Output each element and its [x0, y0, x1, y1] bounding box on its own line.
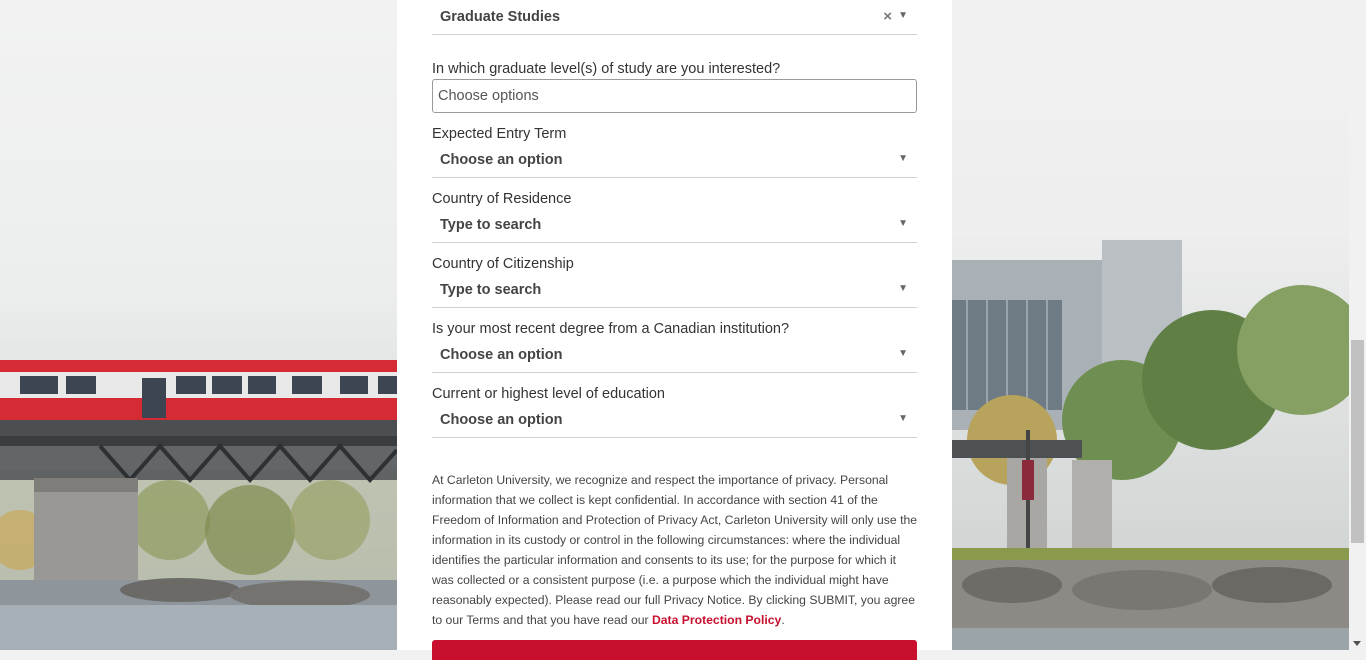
residence-select[interactable]: Type to search ▼: [432, 209, 917, 243]
chevron-down-icon[interactable]: ▼: [898, 218, 908, 229]
scroll-down-arrow-icon[interactable]: [1353, 641, 1361, 646]
chevron-down-icon[interactable]: ▼: [898, 10, 908, 21]
inquiry-form: Graduate Studies × ▼ In which graduate l…: [397, 0, 952, 660]
chevron-down-icon[interactable]: ▼: [898, 153, 908, 164]
canadian-degree-label: Is your most recent degree from a Canadi…: [432, 321, 790, 337]
citizenship-value: Type to search: [440, 282, 542, 298]
entry-term-select[interactable]: Choose an option ▼: [432, 144, 917, 178]
grad-level-label: In which graduate level(s) of study are …: [432, 61, 781, 77]
program-select-value: Graduate Studies: [440, 9, 561, 25]
privacy-text: At Carleton University, we recognize and…: [432, 473, 918, 627]
citizenship-label: Country of Citizenship: [432, 256, 574, 272]
education-level-select[interactable]: Choose an option ▼: [432, 404, 917, 438]
entry-term-label: Expected Entry Term: [432, 126, 567, 142]
citizenship-select[interactable]: Type to search ▼: [432, 274, 917, 308]
privacy-end: .: [781, 613, 785, 627]
entry-term-value: Choose an option: [440, 152, 563, 168]
chevron-down-icon[interactable]: ▼: [898, 413, 908, 424]
grad-level-input[interactable]: [432, 79, 917, 113]
clear-icon[interactable]: ×: [883, 8, 892, 25]
canadian-degree-select[interactable]: Choose an option ▼: [432, 339, 917, 373]
program-select[interactable]: Graduate Studies × ▼: [432, 1, 917, 35]
education-level-label: Current or highest level of education: [432, 386, 665, 402]
chevron-down-icon[interactable]: ▼: [898, 283, 908, 294]
canadian-degree-value: Choose an option: [440, 347, 563, 363]
scrollbar-thumb[interactable]: [1351, 340, 1364, 543]
education-level-value: Choose an option: [440, 412, 563, 428]
background-photo-left: [0, 0, 397, 650]
data-protection-policy-link[interactable]: Data Protection Policy: [652, 613, 781, 627]
residence-label: Country of Residence: [432, 191, 572, 207]
privacy-notice: At Carleton University, we recognize and…: [432, 470, 917, 630]
chevron-down-icon[interactable]: ▼: [898, 348, 908, 359]
background-photo-right: [952, 0, 1349, 650]
residence-value: Type to search: [440, 217, 542, 233]
submit-button[interactable]: [432, 640, 917, 660]
page-scrollbar[interactable]: [1349, 0, 1366, 650]
